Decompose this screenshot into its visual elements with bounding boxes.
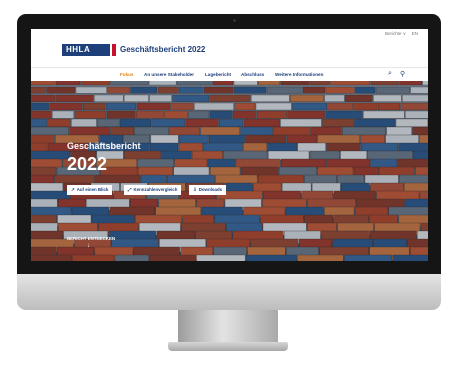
camera-dot <box>233 19 236 22</box>
hero-title: Geschäftsbericht <box>67 141 141 151</box>
key-figures-button[interactable]: ⤢ Kennzahlenvergleich <box>124 185 182 195</box>
monitor-stand-neck <box>178 310 278 344</box>
monitor-chin <box>17 274 441 310</box>
discover-report-link[interactable]: BERICHT ENTDECKEN <box>67 236 115 241</box>
bookmark-icon[interactable]: ⚲ <box>400 70 405 78</box>
page-title: Geschäftsbericht 2022 <box>120 45 206 54</box>
nav-item-abschluss[interactable]: Abschluss <box>241 72 264 77</box>
search-icon[interactable]: ⌕ <box>388 70 392 78</box>
monitor-stand-foot <box>168 342 288 351</box>
nav-item-lagebericht[interactable]: Lagebericht <box>205 72 231 77</box>
hero-banner: Geschäftsbericht 2022 ↗ Auf einen Blick ⤢… <box>31 81 428 261</box>
nav-item-fokus[interactable]: Fokus <box>120 72 134 77</box>
language-switch[interactable]: EN <box>412 31 418 36</box>
hhla-logo[interactable]: HHLA <box>62 44 116 56</box>
main-navigation: Fokus An unsere Stakeholder Lagebericht … <box>31 67 428 81</box>
downloads-button[interactable]: ⇩ Downloads <box>189 185 227 195</box>
download-icon: ⇩ <box>193 187 197 192</box>
report-menu[interactable]: Berichte ∨ <box>385 31 406 37</box>
chart-icon: ⤢ <box>128 187 132 192</box>
nav-item-stakeholder[interactable]: An unsere Stakeholder <box>144 72 194 77</box>
browser-screen: Berichte ∨ EN HHLA Geschäftsbericht 2022… <box>31 29 428 261</box>
nav-item-weitere-informationen[interactable]: Weitere Informationen <box>275 72 323 77</box>
trend-icon: ↗ <box>71 187 75 192</box>
arrow-down-icon[interactable]: ↓ <box>87 243 90 249</box>
top-utility-bar: Berichte ∨ EN <box>31 29 428 39</box>
hero-year: 2022 <box>67 154 108 174</box>
at-a-glance-button[interactable]: ↗ Auf einen Blick <box>67 185 113 195</box>
